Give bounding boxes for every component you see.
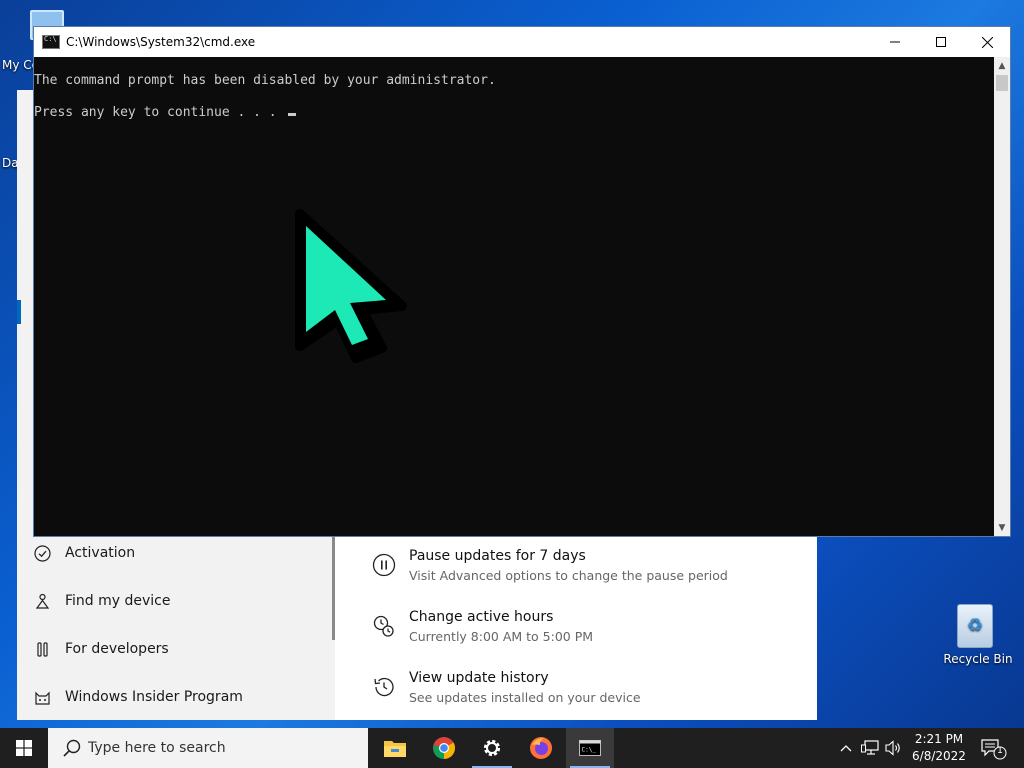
search-placeholder: Type here to search [88,740,226,756]
nav-item-activation[interactable]: Activation [33,538,135,568]
cmd-icon: C:\_ [579,740,601,756]
scrollbar-thumb[interactable] [996,75,1008,91]
taskbar-search-box[interactable]: Type here to search [48,728,368,768]
chrome-icon [433,737,455,759]
nav-item-windows-insider[interactable]: Windows Insider Program [33,682,243,712]
maximize-icon [936,37,946,47]
nav-item-find-my-device[interactable]: Find my device [33,586,171,616]
window-title: C:\Windows\System32\cmd.exe [66,35,256,49]
check-circle-icon [33,544,51,562]
volume-icon[interactable] [885,738,903,758]
text-cursor [288,113,297,116]
nav-item-for-developers[interactable]: For developers [33,634,169,664]
network-icon[interactable] [861,738,879,758]
desktop-icon-label: Recycle Bin [943,652,1013,666]
maximize-button[interactable] [918,27,964,57]
clock-time: 2:21 PM [914,732,964,746]
taskbar-cmd[interactable]: C:\_ [566,728,614,768]
start-button[interactable] [0,728,48,768]
svg-text:C:\_: C:\_ [582,747,597,754]
settings-gear-icon [483,739,501,757]
history-icon [371,674,397,700]
developer-tools-icon [33,640,51,658]
person-location-icon [33,592,51,610]
console-scrollbar[interactable]: ▲ ▼ [994,57,1010,536]
console-line: The command prompt has been disabled by … [34,73,496,88]
taskbar-chrome[interactable] [420,728,468,768]
console-output[interactable]: The command prompt has been disabled by … [34,57,994,536]
nav-selection-indicator [17,300,21,324]
action-center-button[interactable]: 1 [980,738,1008,760]
console-line: Press any key to continue . . . [34,105,285,120]
scroll-down-arrow-icon[interactable]: ▼ [994,519,1010,536]
insider-cat-icon [33,688,51,706]
minimize-icon [890,41,900,43]
taskbar-file-explorer[interactable] [371,728,419,768]
pause-icon [371,552,397,578]
option-title: Change active hours [409,609,554,625]
scroll-up-arrow-icon[interactable]: ▲ [994,57,1010,74]
nav-item-label: Windows Insider Program [65,689,243,705]
nav-item-label: Find my device [65,593,171,609]
firefox-icon [530,737,552,759]
windows-logo-icon [16,740,32,756]
close-icon [981,36,993,48]
close-button[interactable] [964,27,1010,57]
option-subtitle: Visit Advanced options to change the pau… [409,568,728,583]
file-explorer-icon [384,741,406,757]
cmd-window[interactable]: C:\Windows\System32\cmd.exe The command … [34,27,1010,536]
clock-gear-icon [371,613,397,639]
nav-item-label: Activation [65,545,136,561]
recycle-bin-icon: ♻ [957,604,993,648]
taskbar-clock[interactable]: 2:21 PM 6/8/2022 [906,731,972,765]
nav-scrollbar[interactable] [332,530,335,640]
option-subtitle: Currently 8:00 AM to 5:00 PM [409,629,594,644]
taskbar-settings[interactable] [468,728,516,768]
taskbar-firefox[interactable] [517,728,565,768]
notification-count-badge: 1 [997,746,1003,756]
console-line-prompt: Press any key to continue . . . [34,105,297,120]
option-title: Pause updates for 7 days [409,548,586,564]
taskbar: Type here to search C:\_ 2:21 PM 6/8/202… [0,728,1024,768]
search-icon [62,738,82,758]
mouse-pointer-icon [295,209,407,363]
nav-item-label: For developers [65,641,169,657]
cmd-title-bar[interactable]: C:\Windows\System32\cmd.exe [34,27,1010,57]
show-hidden-icons-chevron-icon[interactable] [837,738,855,758]
option-subtitle: See updates installed on your device [409,690,641,705]
minimize-button[interactable] [872,27,918,57]
clock-date: 6/8/2022 [912,749,966,763]
option-title: View update history [409,670,549,686]
cmd-app-icon[interactable] [42,35,60,49]
desktop-icon-recycle-bin[interactable]: ♻ Recycle Bin [940,600,1016,670]
